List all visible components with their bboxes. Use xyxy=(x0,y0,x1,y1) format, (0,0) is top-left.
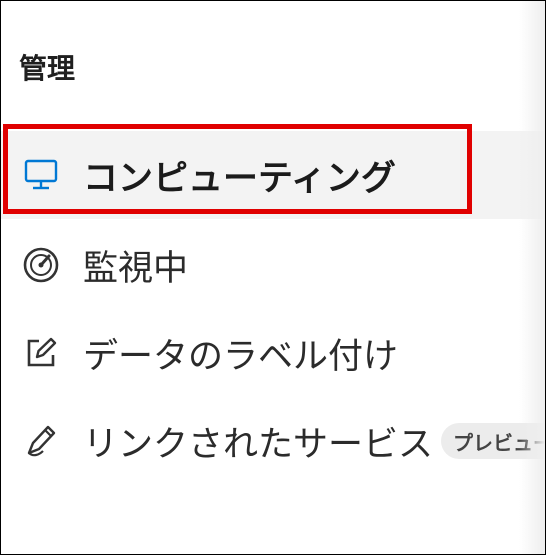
edit-box-icon xyxy=(19,331,63,375)
nav-item-compute[interactable]: コンピューティング xyxy=(1,131,545,219)
nav-item-label: リンクされたサービス xyxy=(83,424,434,465)
nav-item-linked-services[interactable]: リンクされたサービス プレビュー xyxy=(1,397,545,485)
nav-item-data-labeling[interactable]: データのラベル付け xyxy=(1,309,545,397)
nav-item-monitoring[interactable]: 監視中 xyxy=(1,221,545,309)
preview-badge: プレビュー xyxy=(441,423,545,459)
nav-item-label: 監視中 xyxy=(83,248,189,289)
management-panel: 管理 コンピューティング 監視中 データのラベル付け リンクされたサービス プレ… xyxy=(0,0,546,555)
gauge-icon xyxy=(19,243,63,287)
link-pen-icon xyxy=(19,419,63,463)
section-title: 管理 xyxy=(19,52,76,85)
nav-item-label: データのラベル付け xyxy=(83,336,399,377)
nav-item-label: コンピューティング xyxy=(83,158,396,199)
monitor-icon xyxy=(19,153,63,197)
